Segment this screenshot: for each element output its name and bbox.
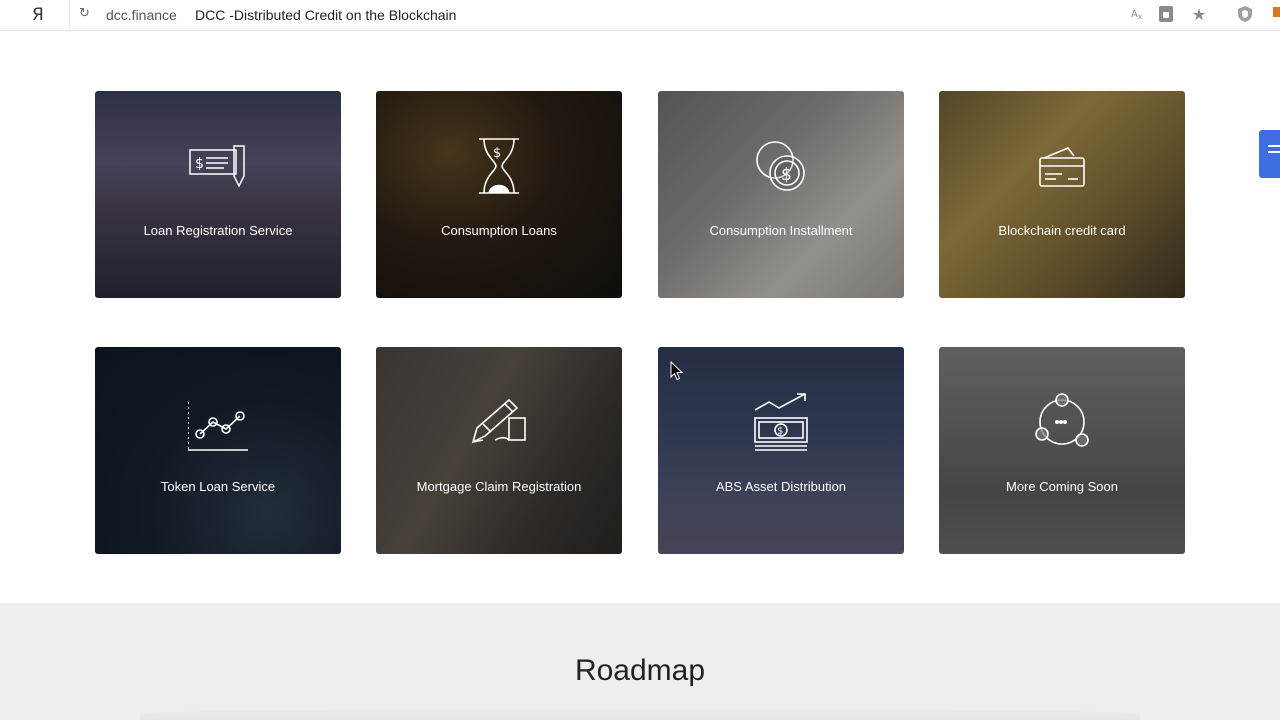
menu-line xyxy=(1268,145,1280,147)
service-card-more-coming-soon[interactable]: More Coming Soon xyxy=(939,347,1185,554)
service-card-consumption-loans[interactable]: $ Consumption Loans xyxy=(376,91,622,298)
mouse-cursor-icon xyxy=(670,361,684,381)
service-card-consumption-installment[interactable]: $ Consumption Installment xyxy=(658,91,904,298)
roadmap-section: Roadmap xyxy=(0,603,1280,720)
svg-text:$: $ xyxy=(777,426,783,437)
svg-text:$: $ xyxy=(493,146,501,161)
card-label: More Coming Soon xyxy=(1006,479,1118,494)
svg-text:A: A xyxy=(1131,9,1138,20)
divider xyxy=(69,0,70,31)
network-icon xyxy=(1032,392,1092,452)
card-label: Consumption Loans xyxy=(441,223,557,238)
roadmap-card-shadow xyxy=(140,708,1140,720)
star-icon[interactable]: ★ xyxy=(1189,5,1209,25)
card-label: Mortgage Claim Registration xyxy=(416,479,582,494)
service-card-token-loan[interactable]: Token Loan Service xyxy=(95,347,341,554)
reload-icon[interactable]: ↻ xyxy=(79,6,93,24)
credit-card-icon xyxy=(1032,136,1092,196)
cheque-icon: $ xyxy=(188,136,248,196)
card-label: ABS Asset Distribution xyxy=(715,479,847,494)
card-label: Consumption Installment xyxy=(709,223,853,238)
menu-line xyxy=(1268,151,1280,153)
svg-text:x: x xyxy=(1138,13,1142,21)
card-label: Loan Registration Service xyxy=(143,223,293,238)
extension-icon[interactable] xyxy=(1271,5,1280,25)
browser-address-bar: Я ↻ dcc.finance DCC -Distributed Credit … xyxy=(0,0,1280,31)
line-chart-icon xyxy=(188,392,248,452)
service-card-abs-asset-distribution[interactable]: $ ABS Asset Distribution xyxy=(658,347,904,554)
hourglass-dollar-icon: $ xyxy=(469,136,529,196)
roadmap-title: Roadmap xyxy=(574,654,706,687)
card-label: Token Loan Service xyxy=(160,479,276,494)
yandex-logo[interactable]: Я xyxy=(32,5,44,25)
svg-text:$: $ xyxy=(781,165,792,185)
coins-icon: $ xyxy=(751,136,811,196)
shield-icon[interactable] xyxy=(1235,5,1255,25)
url-domain[interactable]: dcc.finance xyxy=(106,7,177,23)
service-card-blockchain-credit-card[interactable]: Blockchain credit card xyxy=(939,91,1185,298)
svg-text:$: $ xyxy=(195,156,204,172)
lock-icon[interactable] xyxy=(1156,5,1176,25)
money-growth-icon: $ xyxy=(751,392,811,452)
service-card-loan-registration[interactable]: $ Loan Registration Service xyxy=(95,91,341,298)
tab-title[interactable]: DCC -Distributed Credit on the Blockchai… xyxy=(195,7,456,23)
card-label: Blockchain credit card xyxy=(998,223,1126,238)
floating-menu-button[interactable] xyxy=(1259,130,1280,178)
translate-icon[interactable]: Ax xyxy=(1128,5,1148,25)
pen-contract-icon xyxy=(469,392,529,452)
service-card-mortgage-claim[interactable]: Mortgage Claim Registration xyxy=(376,347,622,554)
